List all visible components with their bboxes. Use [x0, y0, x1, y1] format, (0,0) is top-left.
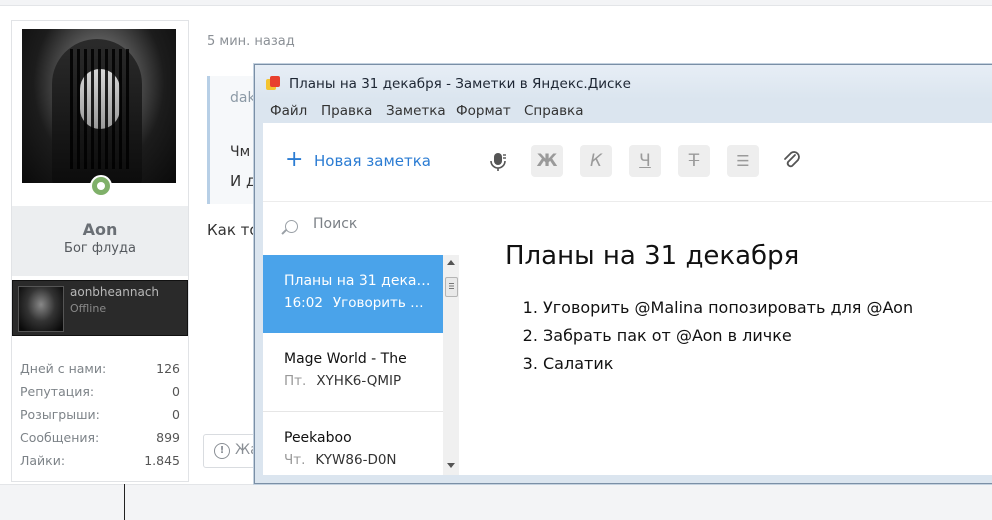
note-title: Планы на 31 декабря — [284, 273, 434, 289]
stat-label: Сообщения: — [20, 430, 100, 445]
online-status-icon — [90, 175, 112, 197]
search-bar — [263, 201, 465, 255]
stat-row: Сообщения: 899 — [20, 426, 180, 449]
stat-label: Лайки: — [20, 453, 66, 468]
search-icon — [285, 220, 298, 233]
notes-sidebar: + Новая заметка Планы на 31 декабря 16:0… — [263, 123, 466, 475]
note-list-item[interactable]: Peekaboo Чт. KYW86-D0N — [263, 412, 443, 475]
note-list-item[interactable]: Планы на 31 декабря 16:02 Уговорить @Mali… — [263, 255, 443, 333]
notes-list: Планы на 31 декабря 16:02 Уговорить @Mali… — [263, 255, 443, 475]
stat-label: Дней с нами: — [20, 361, 107, 376]
stat-row: Розыгрыши: 0 — [20, 403, 180, 426]
divider — [124, 484, 125, 520]
post-text: Как то — [207, 221, 259, 239]
stat-row: Дней с нами: 126 — [20, 357, 180, 380]
quote-author[interactable]: dak — [230, 90, 256, 106]
note-meta: Чт. KYW86-D0N — [284, 452, 434, 468]
stat-value: 0 — [172, 384, 180, 399]
list-button[interactable]: ☰ — [727, 145, 759, 177]
plus-icon: + — [285, 147, 304, 172]
stat-value: 1.845 — [144, 453, 180, 468]
menu-file[interactable]: Файл — [270, 103, 307, 119]
note-preview: XYHK6-QMIP — [316, 373, 402, 389]
notes-scrollbar[interactable] — [443, 255, 459, 475]
note-editor: Ж К Ч Т ☰ Планы на 31 декабря Уговорить … — [465, 123, 992, 475]
note-meta: 16:02 Уговорить @Malina позозировать — [284, 295, 434, 311]
stat-value: 0 — [172, 407, 180, 422]
post-timestamp[interactable]: 5 мин. назад — [207, 34, 295, 49]
steam-name: aonbheannach — [70, 285, 160, 299]
steam-widget[interactable]: aonbheannach Offline — [12, 280, 188, 336]
user-stats: Дней с нами: 126 Репутация: 0 Розыгрыши: 0 … — [20, 357, 180, 472]
scroll-up-icon[interactable] — [447, 260, 455, 265]
scroll-thumb[interactable] — [445, 277, 458, 297]
note-list-line: Салатик — [543, 350, 913, 378]
quote-text-line: И д — [230, 172, 257, 190]
menu-format[interactable]: Формат — [456, 103, 511, 119]
yandex-notes-icon — [266, 76, 280, 90]
paperclip-icon[interactable] — [776, 145, 808, 177]
note-list-line: Забрать пак от @Aon в личке — [543, 322, 913, 350]
note-date: Пт. — [284, 373, 307, 389]
stat-value: 126 — [156, 361, 180, 376]
window-border — [255, 123, 263, 475]
steam-avatar — [18, 286, 64, 332]
strikethrough-button[interactable]: Т — [678, 145, 710, 177]
menu-edit[interactable]: Правка — [321, 103, 372, 119]
note-document-title[interactable]: Планы на 31 декабря — [505, 241, 799, 271]
user-avatar[interactable] — [22, 29, 176, 183]
stat-value: 899 — [156, 430, 180, 445]
note-preview: Уговорить @Malina позозировать — [332, 295, 434, 311]
warning-icon: ! — [214, 443, 230, 459]
menu-help[interactable]: Справка — [524, 103, 583, 119]
stat-row: Лайки: 1.845 — [20, 449, 180, 472]
note-date: 16:02 — [284, 295, 323, 311]
note-document-list[interactable]: Уговорить @Malina попозировать для @Aon … — [521, 294, 913, 378]
stat-row: Репутация: 0 — [20, 380, 180, 403]
note-title: Peekaboo — [284, 430, 352, 446]
user-meta: Aon Бог флуда — [12, 206, 188, 276]
format-toolbar: Ж К Ч Т ☰ — [465, 123, 992, 202]
user-name[interactable]: Aon — [12, 220, 188, 239]
note-meta: Пт. XYHK6-QMIP — [284, 373, 434, 389]
bold-button[interactable]: Ж — [531, 145, 563, 177]
new-note-button[interactable]: + Новая заметка — [263, 123, 465, 202]
menu-bar: Файл Правка Заметка Формат Справка — [255, 99, 992, 124]
note-list-item[interactable]: Mage World - The Пт. XYHK6-QMIP — [263, 333, 443, 412]
stat-label: Репутация: — [20, 384, 95, 399]
note-preview: KYW86-D0N — [315, 452, 397, 468]
menu-note[interactable]: Заметка — [386, 103, 446, 119]
steam-status: Offline — [70, 302, 107, 315]
scroll-down-icon[interactable] — [447, 463, 455, 468]
note-date: Чт. — [284, 452, 306, 468]
mic-icon[interactable] — [482, 145, 514, 177]
note-title: Mage World - The — [284, 351, 407, 367]
window-title: Планы на 31 декабря - Заметки в Яндекс.Д… — [289, 76, 631, 92]
notes-window: Планы на 31 декабря - Заметки в Яндекс.Д… — [254, 64, 992, 484]
note-list-line: Уговорить @Malina попозировать для @Aon — [543, 294, 913, 322]
user-card: Aon Бог флуда aonbheannach Offline Дней … — [11, 20, 189, 482]
user-title: Бог флуда — [64, 241, 136, 256]
italic-button[interactable]: К — [580, 145, 612, 177]
window-titlebar[interactable]: Планы на 31 декабря - Заметки в Яндекс.Д… — [255, 65, 992, 99]
stat-label: Розыгрыши: — [20, 407, 100, 422]
new-note-label: Новая заметка — [314, 152, 431, 170]
window-border — [255, 475, 992, 483]
underline-button[interactable]: Ч — [629, 145, 661, 177]
quote-text-line: Чм — [230, 144, 251, 160]
search-input[interactable] — [311, 215, 445, 233]
